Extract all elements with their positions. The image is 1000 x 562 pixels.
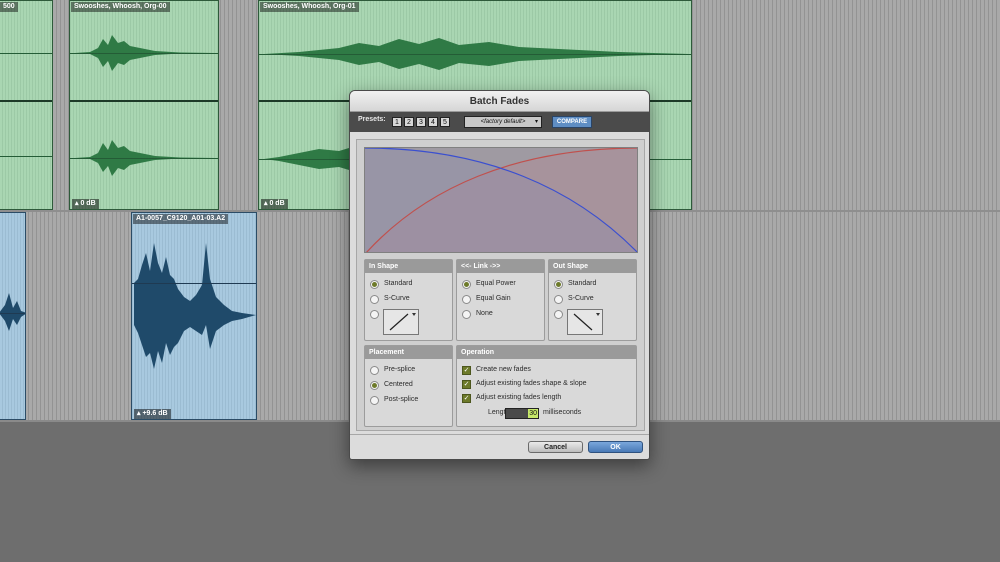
out-shape-standard-radio[interactable] bbox=[554, 280, 563, 289]
out-shape-standard-label: Standard bbox=[568, 280, 597, 287]
volume-icon: ▴ bbox=[264, 200, 270, 207]
clip-name: 500 bbox=[0, 2, 18, 12]
operation-panel: Operation ✓ Create new fades ✓ Adjust ex… bbox=[456, 345, 637, 427]
adjust-shape-label: Adjust existing fades shape & slope bbox=[476, 380, 587, 387]
clip-gain-label: ▴ 0 dB bbox=[72, 199, 99, 209]
preset-button-3[interactable]: 3 bbox=[416, 117, 426, 127]
out-shape-custom-radio[interactable] bbox=[554, 310, 563, 319]
clip-gain-label: ▴ +9.6 dB bbox=[134, 409, 171, 419]
in-shape-header: In Shape bbox=[365, 260, 452, 273]
link-none-label: None bbox=[476, 310, 493, 317]
preset-button-5[interactable]: 5 bbox=[440, 117, 450, 127]
adjust-length-label: Adjust existing fades length bbox=[476, 394, 562, 401]
in-shape-custom-button[interactable] bbox=[383, 309, 419, 335]
placement-post-splice-radio[interactable] bbox=[370, 396, 379, 405]
waveform bbox=[134, 243, 256, 369]
cancel-button[interactable]: Cancel bbox=[528, 441, 583, 453]
fade-curve-display bbox=[364, 147, 638, 253]
operation-header: Operation bbox=[457, 346, 636, 359]
link-header: <<- Link ->> bbox=[457, 260, 544, 273]
chevron-down-icon: ▾ bbox=[534, 119, 538, 125]
create-new-fades-label: Create new fades bbox=[476, 366, 531, 373]
length-value: 30 bbox=[528, 409, 538, 418]
dialog-footer-divider bbox=[350, 434, 649, 435]
fade-curve-graph bbox=[365, 148, 637, 252]
dialog-body: In Shape Standard S-Curve <<- Link ->> E… bbox=[356, 139, 645, 431]
adjust-length-checkbox[interactable]: ✓ bbox=[462, 394, 471, 403]
preset-button-2[interactable]: 2 bbox=[404, 117, 414, 127]
placement-panel: Placement Pre-splice Centered Post-splic… bbox=[364, 345, 453, 427]
link-equal-power-label: Equal Power bbox=[476, 280, 516, 287]
volume-icon: ▴ bbox=[75, 200, 81, 207]
dialog-title: Batch Fades bbox=[350, 91, 649, 112]
link-none-radio[interactable] bbox=[462, 310, 471, 319]
preset-button-1[interactable]: 1 bbox=[392, 117, 402, 127]
preset-select-value: <factory default> bbox=[480, 119, 526, 125]
fade-in-shape-icon bbox=[389, 313, 416, 331]
placement-header: Placement bbox=[365, 346, 452, 359]
adjust-shape-checkbox[interactable]: ✓ bbox=[462, 380, 471, 389]
audio-clip[interactable]: 500 bbox=[0, 0, 53, 210]
link-equal-gain-radio[interactable] bbox=[462, 295, 471, 304]
audio-clip[interactable] bbox=[0, 212, 26, 420]
out-shape-panel: Out Shape Standard S-Curve bbox=[548, 259, 637, 341]
length-input[interactable]: 30 bbox=[505, 408, 539, 419]
placement-pre-splice-radio[interactable] bbox=[370, 366, 379, 375]
audio-clip[interactable]: Swooshes, Whoosh, Org-00 ▴ 0 dB bbox=[69, 0, 219, 210]
link-panel: <<- Link ->> Equal Power Equal Gain None bbox=[456, 259, 545, 341]
ok-button[interactable]: OK bbox=[588, 441, 643, 453]
in-shape-custom-radio[interactable] bbox=[370, 310, 379, 319]
presets-bar: Presets: 1 2 3 4 5 <factory default> ▾ C… bbox=[350, 112, 649, 132]
link-equal-power-radio[interactable] bbox=[462, 280, 471, 289]
batch-fades-dialog: Batch Fades Presets: 1 2 3 4 5 <factory … bbox=[349, 90, 650, 460]
out-shape-custom-button[interactable] bbox=[567, 309, 603, 335]
fade-out-shape-icon bbox=[573, 313, 600, 331]
volume-icon: ▴ bbox=[137, 410, 143, 417]
waveform bbox=[0, 293, 25, 331]
placement-post-splice-label: Post-splice bbox=[384, 396, 419, 403]
out-shape-header: Out Shape bbox=[549, 260, 636, 273]
audio-clip[interactable]: A1-0057_C9120_A01-03.A2 ▴ +9.6 dB bbox=[131, 212, 257, 420]
waveform bbox=[75, 35, 215, 176]
placement-centered-radio[interactable] bbox=[370, 381, 379, 390]
presets-label: Presets: bbox=[358, 116, 386, 123]
out-shape-s-curve-label: S-Curve bbox=[568, 295, 594, 302]
clip-gain-label: ▴ 0 dB bbox=[261, 199, 288, 209]
in-shape-standard-radio[interactable] bbox=[370, 280, 379, 289]
in-shape-standard-label: Standard bbox=[384, 280, 413, 287]
length-unit-label: milliseconds bbox=[543, 409, 582, 416]
link-equal-gain-label: Equal Gain bbox=[476, 295, 511, 302]
out-shape-s-curve-radio[interactable] bbox=[554, 295, 563, 304]
compare-button[interactable]: COMPARE bbox=[552, 116, 592, 128]
preset-select[interactable]: <factory default> ▾ bbox=[464, 116, 542, 128]
placement-centered-label: Centered bbox=[384, 381, 413, 388]
create-new-fades-checkbox[interactable]: ✓ bbox=[462, 366, 471, 375]
in-shape-s-curve-label: S-Curve bbox=[384, 295, 410, 302]
placement-pre-splice-label: Pre-splice bbox=[384, 366, 416, 373]
preset-button-4[interactable]: 4 bbox=[428, 117, 438, 127]
in-shape-panel: In Shape Standard S-Curve bbox=[364, 259, 453, 341]
in-shape-s-curve-radio[interactable] bbox=[370, 295, 379, 304]
